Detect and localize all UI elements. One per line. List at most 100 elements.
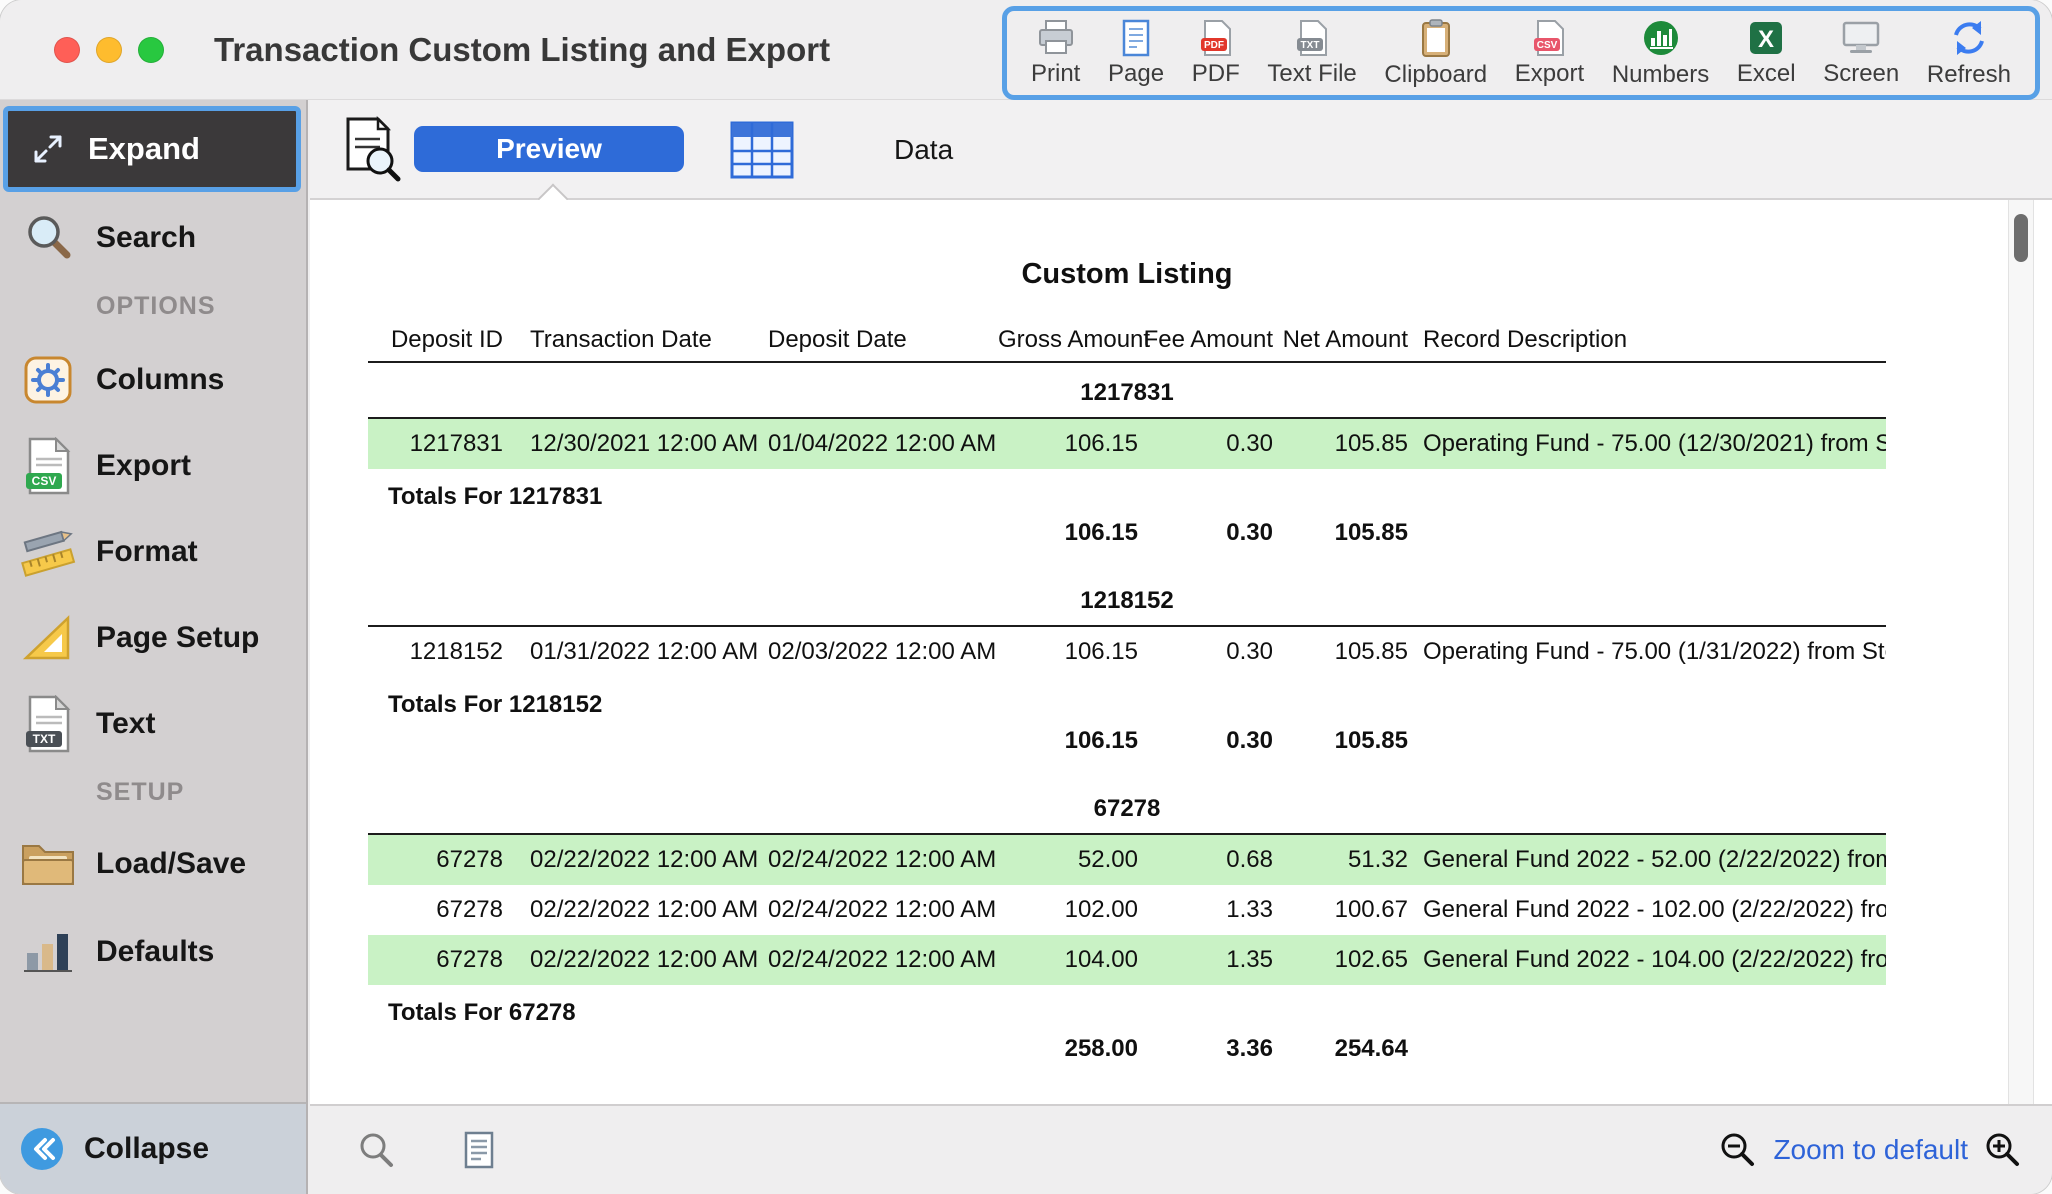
sidebar-item-text[interactable]: TXT Text	[0, 688, 306, 760]
cell-gross-amount: 106.15	[998, 430, 1138, 458]
collapse-label: Collapse	[84, 1132, 209, 1166]
zoom-window-button[interactable]	[138, 37, 164, 63]
svg-text:TXT: TXT	[33, 732, 56, 746]
minimize-button[interactable]	[96, 37, 122, 63]
cell-deposit-id: 1218152	[368, 638, 518, 666]
clipboard-button[interactable]: Clipboard	[1384, 18, 1487, 89]
cell-fee-amount: 0.68	[1138, 846, 1273, 874]
export-button[interactable]: CSV Export	[1515, 19, 1584, 88]
sidebar-item-format[interactable]: Format	[0, 516, 306, 588]
sidebar-item-load-save[interactable]: Load/Save	[0, 826, 306, 902]
column-header: Gross Amount	[998, 326, 1138, 354]
scrollbar-thumb[interactable]	[2014, 214, 2028, 262]
table-row: 67278 02/22/2022 12:00 AM 02/24/2022 12:…	[368, 935, 1886, 985]
cell-gross-amount: 52.00	[998, 846, 1138, 874]
cell-description: General Fund 2022 - 52.00 (2/22/2022) fr…	[1408, 846, 1886, 874]
totals-label: Totals For 1218152	[368, 683, 1886, 721]
totals-row: 258.00 3.36 254.64	[368, 1029, 1886, 1069]
tab-data[interactable]: Data	[730, 100, 953, 200]
sidebar-item-label: Search	[96, 221, 196, 255]
search-preview-button[interactable]	[356, 1130, 396, 1170]
zoom-in-icon[interactable]	[1984, 1131, 2022, 1169]
cell-deposit-id: 67278	[368, 896, 518, 924]
cell-deposit-id: 1217831	[368, 430, 518, 458]
cell-transaction-date: 02/22/2022 12:00 AM	[518, 846, 758, 874]
cell-fee-amount: 1.33	[1138, 896, 1273, 924]
divider	[368, 361, 1886, 363]
cell-fee-amount: 1.35	[1138, 946, 1273, 974]
excel-button[interactable]: X Excel	[1737, 19, 1796, 88]
zoom-to-default-link[interactable]: Zoom to default	[1773, 1134, 1968, 1166]
sidebar: Expand Search OPTIONS Columns CSV Export	[0, 100, 308, 1194]
csv-export-icon: CSV	[1531, 19, 1567, 57]
setup-heading: SETUP	[96, 778, 184, 807]
cell-gross-amount: 104.00	[998, 946, 1138, 974]
table-row: 67278 02/22/2022 12:00 AM 02/24/2022 12:…	[368, 885, 1886, 935]
cell-deposit-date: 02/24/2022 12:00 AM	[758, 846, 998, 874]
table-row: 1217831 12/30/2021 12:00 AM 01/04/2022 1…	[368, 419, 1886, 469]
cell-transaction-date: 12/30/2021 12:00 AM	[518, 430, 758, 458]
zoom-out-icon[interactable]	[1719, 1131, 1757, 1169]
sidebar-item-search[interactable]: Search	[0, 206, 306, 270]
total-net: 105.85	[1273, 519, 1408, 547]
pdf-icon: PDF	[1198, 19, 1234, 57]
total-gross: 258.00	[998, 1035, 1138, 1063]
numbers-button[interactable]: Numbers	[1612, 18, 1709, 89]
numbers-icon	[1641, 18, 1681, 58]
screen-button[interactable]: Screen	[1823, 19, 1899, 88]
table-row: 1218152 01/31/2022 12:00 AM 02/03/2022 1…	[368, 627, 1886, 677]
tabbar: Preview Data	[310, 100, 2052, 200]
table-header-row: Deposit ID Transaction Date Deposit Date…	[368, 319, 1886, 361]
cell-deposit-date: 01/04/2022 12:00 AM	[758, 430, 998, 458]
close-button[interactable]	[54, 37, 80, 63]
cell-deposit-date: 02/24/2022 12:00 AM	[758, 896, 998, 924]
screen-icon	[1840, 19, 1882, 57]
expand-button[interactable]: Expand	[3, 106, 301, 192]
text-file-button[interactable]: TXT Text File	[1267, 19, 1356, 88]
sidebar-item-columns[interactable]: Columns	[0, 344, 306, 416]
print-button[interactable]: Print	[1031, 19, 1080, 88]
txt-document-icon: TXT	[14, 695, 82, 753]
cell-description: Operating Fund - 75.00 (12/30/2021) from…	[1408, 430, 1886, 458]
cell-fee-amount: 0.30	[1138, 638, 1273, 666]
text-view-button[interactable]	[462, 1130, 496, 1170]
group-header: 1217831	[368, 369, 1886, 417]
svg-text:CSV: CSV	[32, 474, 57, 488]
total-fee: 0.30	[1138, 519, 1273, 547]
sidebar-item-page-setup[interactable]: Page Setup	[0, 602, 306, 674]
toolbar: Print Page PDF PDF TXT Text File	[1002, 6, 2040, 100]
pencil-ruler-icon	[14, 524, 82, 580]
cell-transaction-date: 02/22/2022 12:00 AM	[518, 946, 758, 974]
column-header: Record Description	[1408, 326, 1886, 354]
pdf-button[interactable]: PDF PDF	[1192, 19, 1240, 88]
cell-description: General Fund 2022 - 102.00 (2/22/2022) f…	[1408, 896, 1886, 924]
window-title: Transaction Custom Listing and Export	[214, 31, 830, 69]
cell-transaction-date: 02/22/2022 12:00 AM	[518, 896, 758, 924]
svg-text:CSV: CSV	[1537, 40, 1558, 51]
sidebar-item-label: Page Setup	[96, 621, 259, 655]
refresh-button[interactable]: Refresh	[1927, 18, 2011, 89]
sidebar-item-export[interactable]: CSV Export	[0, 430, 306, 502]
collapse-button[interactable]: Collapse	[0, 1102, 306, 1194]
tab-data-label: Data	[894, 134, 953, 166]
svg-text:TXT: TXT	[1301, 40, 1320, 51]
sidebar-item-defaults[interactable]: Defaults	[0, 916, 306, 988]
vertical-scrollbar[interactable]	[2008, 200, 2034, 1104]
cell-gross-amount: 102.00	[998, 896, 1138, 924]
preview-document-icon	[340, 115, 402, 183]
total-fee: 0.30	[1138, 727, 1273, 755]
cell-deposit-id: 67278	[368, 946, 518, 974]
traffic-lights	[54, 37, 164, 63]
column-header: Fee Amount	[1138, 326, 1273, 354]
cell-net-amount: 102.65	[1273, 946, 1408, 974]
column-header: Deposit ID	[368, 326, 518, 354]
expand-label: Expand	[88, 131, 200, 167]
printer-icon	[1036, 19, 1076, 57]
tab-preview[interactable]: Preview	[414, 126, 684, 172]
svg-text:PDF: PDF	[1204, 40, 1224, 51]
page-button[interactable]: Page	[1108, 19, 1164, 88]
cell-fee-amount: 0.30	[1138, 430, 1273, 458]
sidebar-item-label: Defaults	[96, 935, 214, 969]
data-grid-icon	[730, 121, 794, 179]
search-icon	[14, 211, 82, 265]
